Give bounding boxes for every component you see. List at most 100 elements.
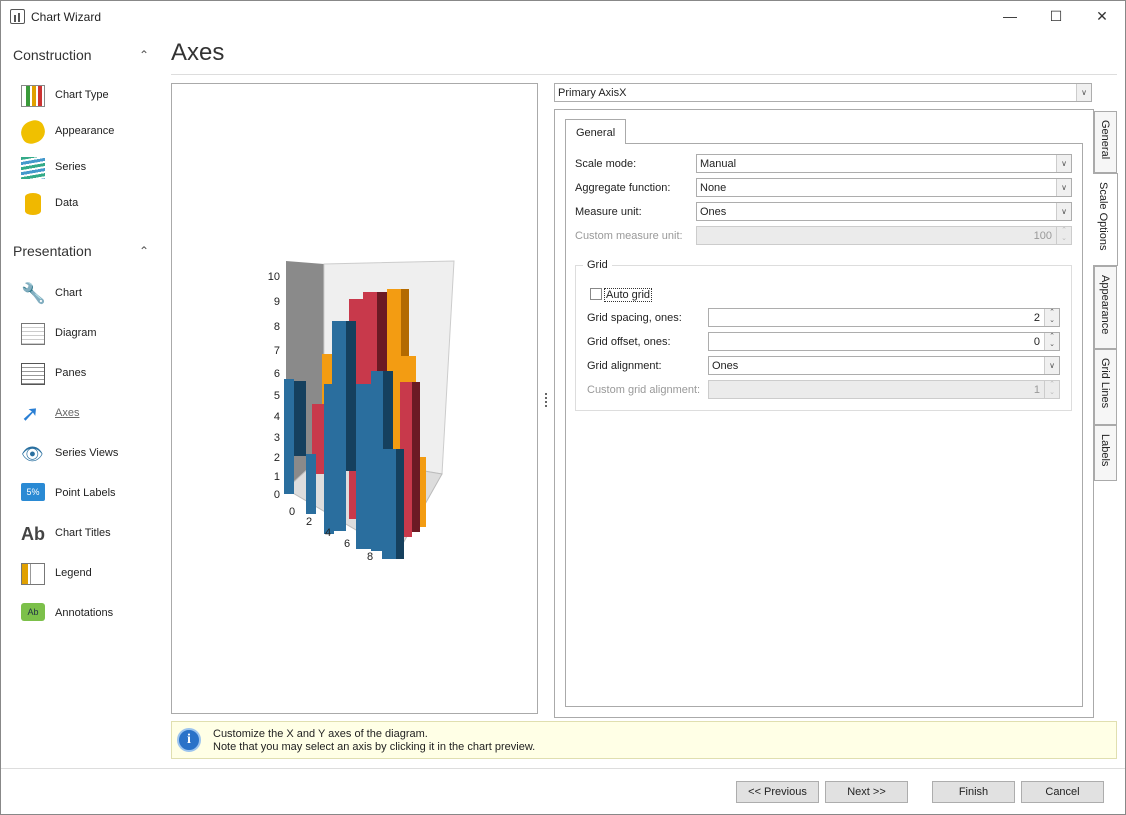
spin-arrows-icon[interactable]: ⌃ ⌄ xyxy=(1056,227,1071,244)
chart-preview[interactable]: 0 1 2 3 4 5 6 7 8 9 10 0 2 4 6 8 xyxy=(171,83,538,714)
nav-axes[interactable]: ➚ Axes xyxy=(19,400,159,428)
nav-chart[interactable]: 🔧 Chart xyxy=(19,280,159,308)
y-tick: 8 xyxy=(274,321,280,333)
x-tick: 8 xyxy=(367,551,373,563)
bar-chart-icon xyxy=(21,85,45,107)
series-icon xyxy=(21,157,45,179)
window-title: Chart Wizard xyxy=(31,10,102,24)
close-button[interactable]: ✕ xyxy=(1079,1,1125,32)
grid-alignment-select[interactable]: Ones ∨ xyxy=(708,356,1060,375)
y-tick: 0 xyxy=(274,489,280,501)
y-tick: 7 xyxy=(274,345,280,357)
custom-grid-alignment-spin[interactable]: 1 ⌃ ⌄ xyxy=(708,380,1060,399)
chart-3d-preview[interactable]: 0 1 2 3 4 5 6 7 8 9 10 0 2 4 6 8 xyxy=(172,84,537,713)
next-button[interactable]: Next >> xyxy=(825,781,908,803)
nav-annotations[interactable]: Ab Annotations xyxy=(19,600,159,628)
side-tab-grid-lines[interactable]: Grid Lines xyxy=(1094,349,1117,425)
bar xyxy=(412,382,420,532)
tab-general-inner[interactable]: General xyxy=(565,119,626,144)
splitter-handle[interactable] xyxy=(545,391,547,407)
section-presentation: Presentation xyxy=(13,243,92,259)
page-title: Axes xyxy=(171,39,225,66)
measure-unit-label: Measure unit: xyxy=(575,206,642,218)
chevron-down-icon[interactable]: ∨ xyxy=(1056,155,1071,172)
finish-button[interactable]: Finish xyxy=(932,781,1015,803)
chevron-down-icon[interactable]: ∨ xyxy=(1056,179,1071,196)
y-tick: 1 xyxy=(274,471,280,483)
nav-series[interactable]: Series xyxy=(19,154,159,182)
chevron-down-icon[interactable]: ∨ xyxy=(1056,203,1071,220)
y-tick: 2 xyxy=(274,452,280,464)
y-tick: 6 xyxy=(274,368,280,380)
axis-selector[interactable]: Primary AxisX ∨ xyxy=(554,83,1092,102)
x-tick: 6 xyxy=(344,538,350,550)
bar xyxy=(284,379,294,494)
info-line-2: Note that you may select an axis by clic… xyxy=(213,741,536,753)
side-tab-appearance[interactable]: Appearance xyxy=(1094,266,1117,349)
minimize-button[interactable]: — xyxy=(987,1,1033,32)
panes-icon xyxy=(21,363,45,385)
bar xyxy=(382,449,396,559)
aggregate-function-select[interactable]: None ∨ xyxy=(696,178,1072,197)
x-tick: 0 xyxy=(289,506,295,518)
measure-unit-select[interactable]: Ones ∨ xyxy=(696,202,1072,221)
grid-offset-label: Grid offset, ones: xyxy=(587,336,671,348)
legend-icon xyxy=(21,563,45,585)
footer-divider xyxy=(1,768,1125,769)
grid-group-title: Grid xyxy=(583,259,612,271)
y-tick: 10 xyxy=(268,271,280,283)
maximize-button[interactable]: ☐ xyxy=(1033,1,1079,32)
arrow-icon: ➚ xyxy=(21,401,40,426)
y-axis-labels: 0 1 2 3 4 5 6 7 8 9 10 xyxy=(268,271,280,501)
collapse-construction-icon[interactable]: ⌃ xyxy=(139,48,149,62)
nav-data[interactable]: Data xyxy=(19,190,159,218)
nav-point-labels[interactable]: 5% Point Labels xyxy=(19,480,159,508)
scale-mode-select[interactable]: Manual ∨ xyxy=(696,154,1072,173)
palette-icon xyxy=(17,117,49,147)
spin-arrows-icon[interactable]: ⌃ ⌄ xyxy=(1044,381,1059,398)
title-bar: Chart Wizard — ☐ ✕ xyxy=(1,1,1125,32)
nav-panes[interactable]: Panes xyxy=(19,360,159,388)
chevron-down-icon[interactable]: ∨ xyxy=(1076,84,1091,101)
bar xyxy=(332,321,346,531)
custom-measure-unit-spin[interactable]: 100 ⌃ ⌄ xyxy=(696,226,1072,245)
nav-appearance[interactable]: Appearance xyxy=(17,117,159,147)
grid-alignment-label: Grid alignment: xyxy=(587,360,662,372)
nav-chart-type[interactable]: Chart Type xyxy=(19,82,159,110)
side-tab-scale-options[interactable]: Scale Options xyxy=(1093,173,1118,266)
database-icon xyxy=(25,193,41,215)
app-icon xyxy=(10,9,25,24)
spin-arrows-icon[interactable]: ⌃ ⌄ xyxy=(1044,333,1059,350)
bar xyxy=(306,454,316,514)
grid-offset-spin[interactable]: 0 ⌃ ⌄ xyxy=(708,332,1060,351)
nav-series-views[interactable]: 👁 Series Views xyxy=(19,440,159,468)
nav-diagram[interactable]: Diagram xyxy=(19,320,159,348)
x-tick: 2 xyxy=(306,516,312,528)
nav-legend[interactable]: Legend xyxy=(19,560,159,588)
bar xyxy=(346,321,356,471)
annotation-icon: Ab xyxy=(21,603,45,621)
info-bar: i Customize the X and Y axes of the diag… xyxy=(171,721,1117,759)
info-line-1: Customize the X and Y axes of the diagra… xyxy=(213,728,428,740)
scale-mode-label: Scale mode: xyxy=(575,158,637,170)
custom-grid-alignment-label: Custom grid alignment: xyxy=(587,384,701,396)
chevron-down-icon[interactable]: ∨ xyxy=(1044,357,1059,374)
spin-arrows-icon[interactable]: ⌃ ⌄ xyxy=(1044,309,1059,326)
divider xyxy=(171,74,1117,75)
cancel-button[interactable]: Cancel xyxy=(1021,781,1104,803)
wrench-icon: 🔧 xyxy=(21,283,46,305)
previous-button[interactable]: << Previous xyxy=(736,781,819,803)
point-label-icon: 5% xyxy=(21,483,45,501)
bar xyxy=(294,381,306,456)
side-tab-labels[interactable]: Labels xyxy=(1094,425,1117,481)
diagram-icon xyxy=(21,323,45,345)
grid-spacing-spin[interactable]: 2 ⌃ ⌄ xyxy=(708,308,1060,327)
nav-chart-titles[interactable]: Ab Chart Titles xyxy=(19,520,159,548)
auto-grid-label[interactable]: Auto grid xyxy=(604,288,653,302)
section-construction: Construction xyxy=(13,47,92,63)
side-tab-general[interactable]: General xyxy=(1094,111,1117,173)
grid-spacing-label: Grid spacing, ones: xyxy=(587,312,682,324)
collapse-presentation-icon[interactable]: ⌃ xyxy=(139,244,149,258)
auto-grid-checkbox[interactable] xyxy=(590,288,602,300)
bar xyxy=(356,384,372,549)
